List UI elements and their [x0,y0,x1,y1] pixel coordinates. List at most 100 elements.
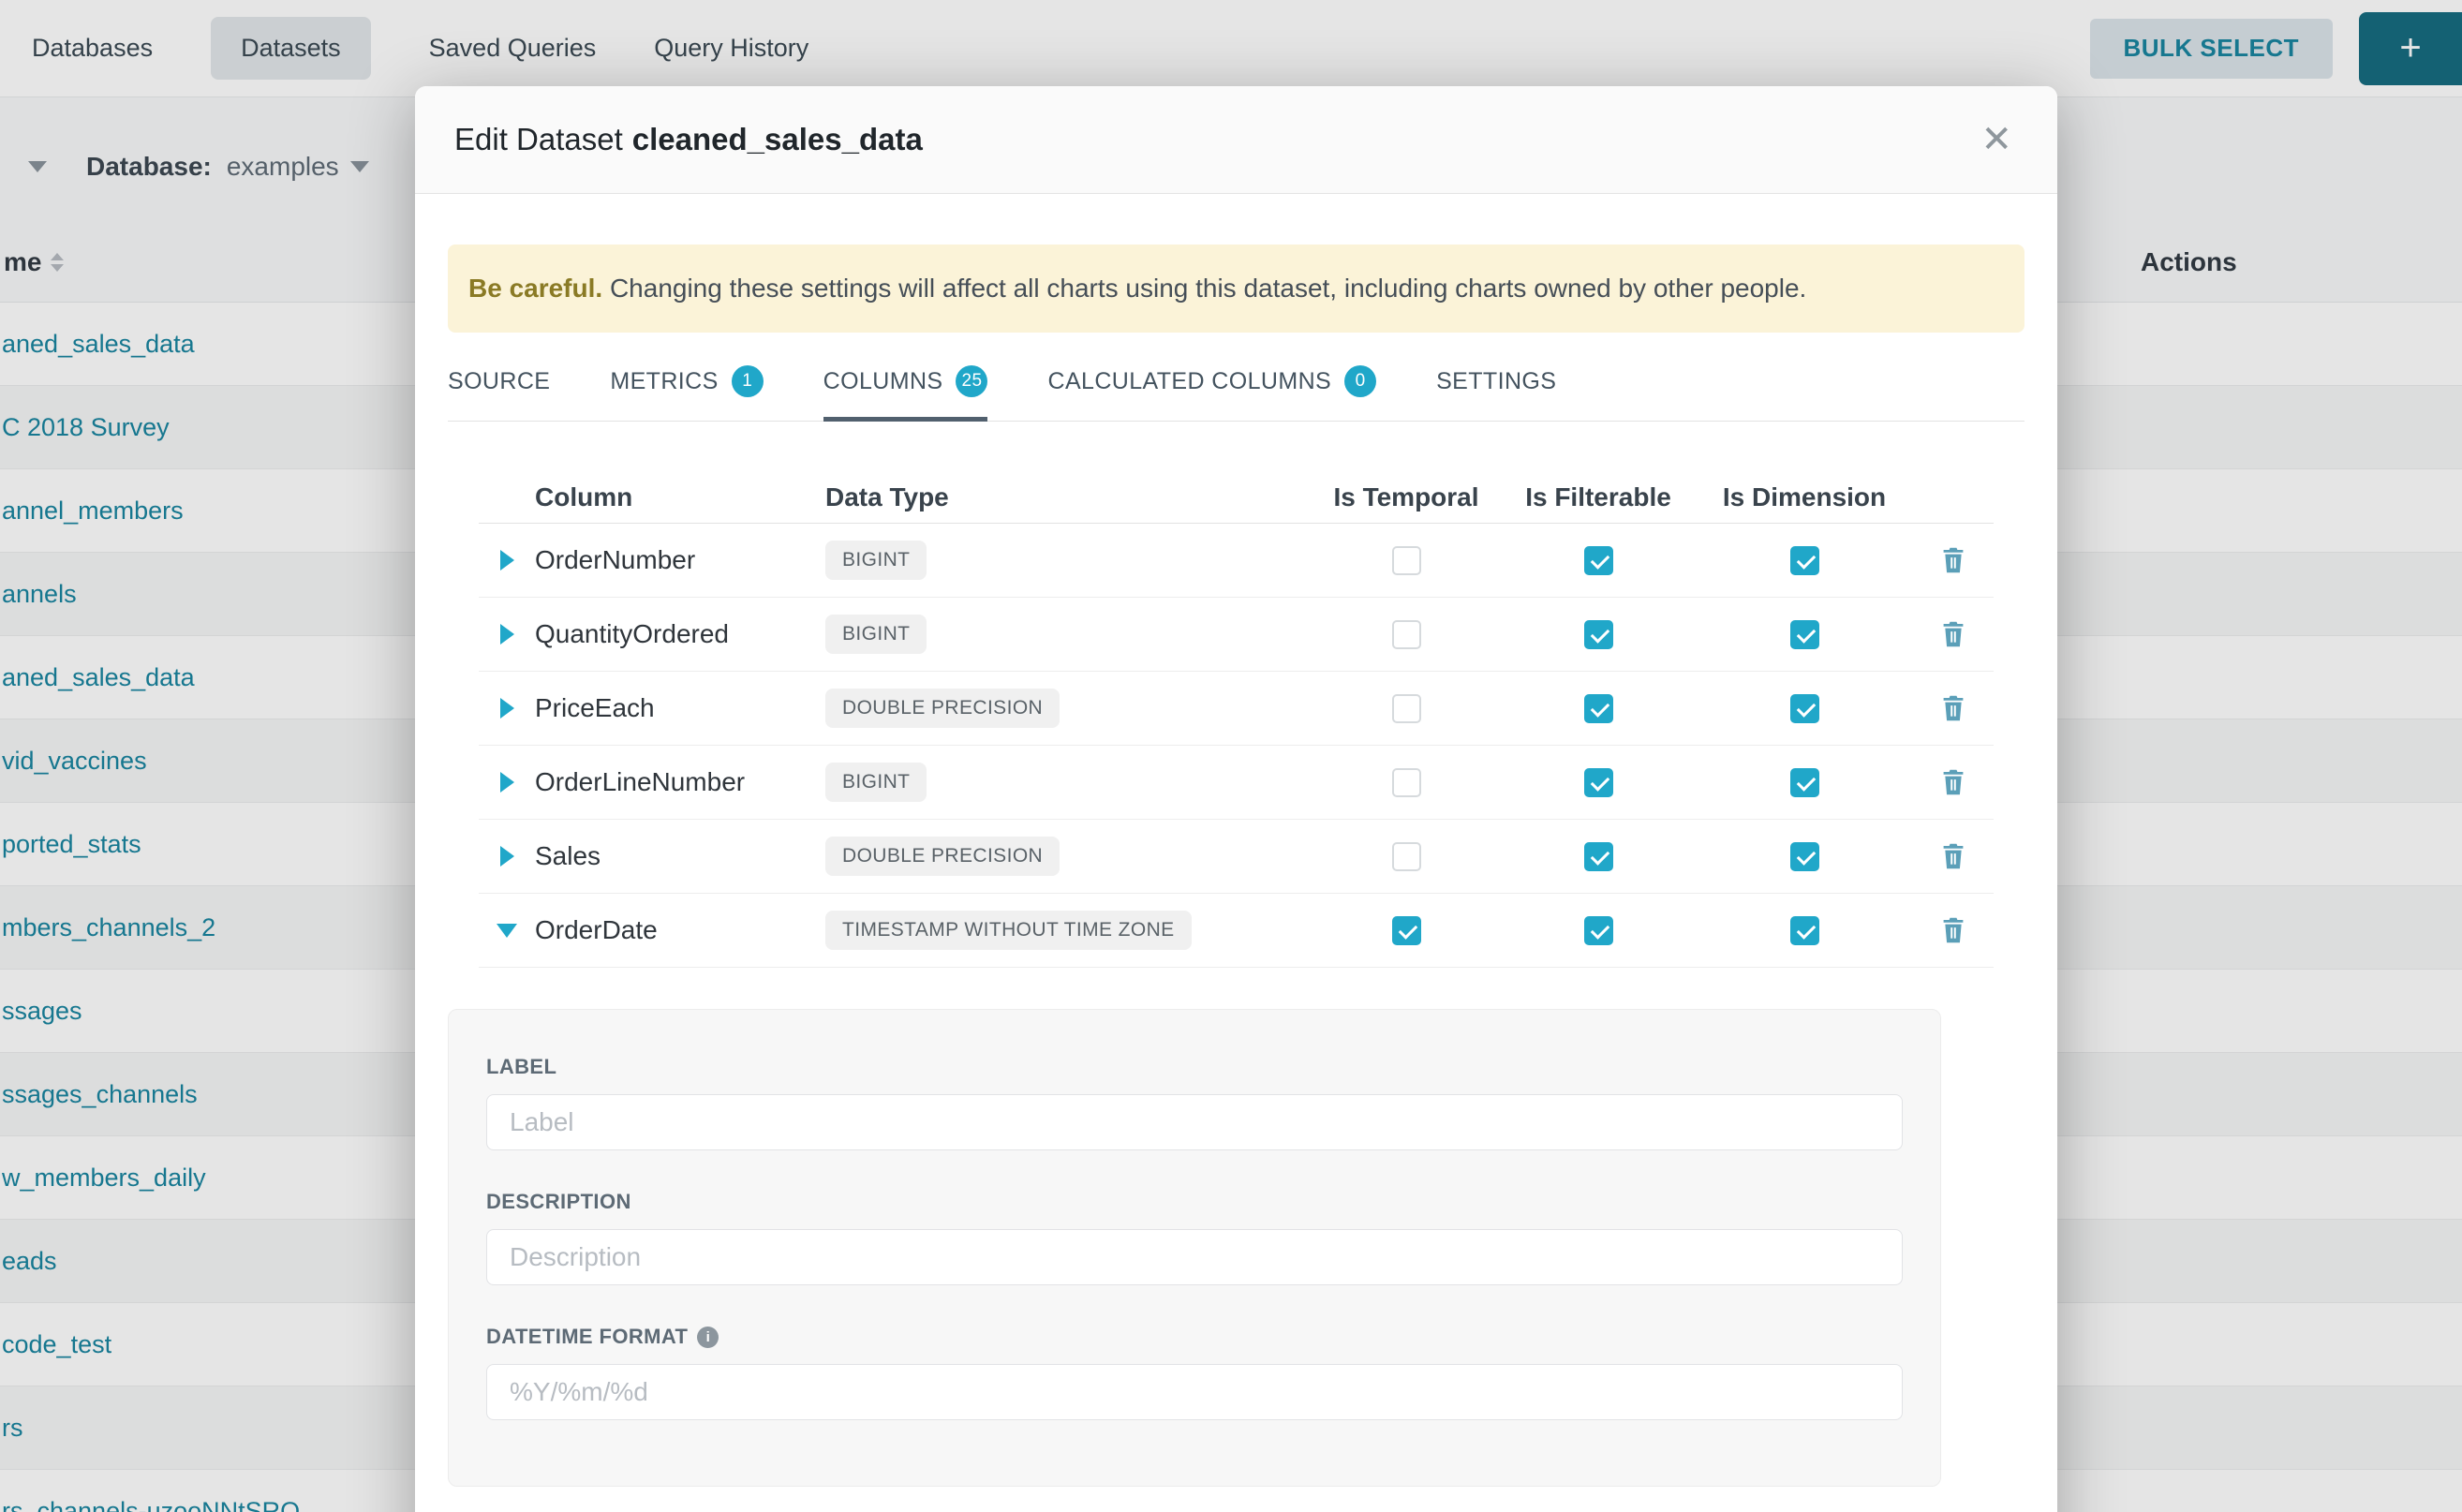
modal-tabs: SOURCE METRICS 1 COLUMNS 25 CALCULATED C… [448,342,2024,422]
column-name: OrderDate [535,915,825,945]
modal-header: Edit Datasetcleaned_sales_data ✕ [415,86,2057,194]
is-temporal-cell [1313,620,1500,649]
warning-bold: Be careful. [468,274,602,303]
tab-count-badge: 1 [732,365,764,397]
tab-label: SOURCE [448,368,550,395]
expand-caret-icon[interactable] [479,624,535,645]
delete-column-button[interactable] [1912,620,1994,648]
tab-calculated-columns[interactable]: CALCULATED COLUMNS 0 [1047,342,1376,421]
column-row: OrderDate TIMESTAMP WITHOUT TIME ZONE [479,894,1994,968]
column-name: Sales [535,841,825,871]
modal-title: Edit Datasetcleaned_sales_data [454,122,923,157]
field-label-text: DATETIME FORMAT [486,1325,688,1349]
column-name: QuantityOrdered [535,619,825,649]
description-input[interactable] [486,1229,1903,1285]
info-icon[interactable]: i [697,1327,719,1348]
tab-label: COLUMNS [823,368,943,395]
modal-body: Be careful. Changing these settings will… [415,194,2057,1487]
is-temporal-cell [1313,694,1500,723]
columns-table-header: Column Data Type Is Temporal Is Filterab… [479,472,1994,524]
expand-caret-icon[interactable] [479,550,535,571]
is-temporal-checkbox[interactable] [1392,916,1421,945]
is-temporal-checkbox[interactable] [1392,694,1421,723]
is-dimension-checkbox[interactable] [1790,768,1819,797]
is-dimension-checkbox[interactable] [1790,916,1819,945]
is-filterable-cell [1500,768,1697,797]
tab-metrics[interactable]: METRICS 1 [610,342,763,421]
data-type-cell: DOUBLE PRECISION [825,689,1313,728]
is-temporal-cell [1313,768,1500,797]
data-type-cell: TIMESTAMP WITHOUT TIME ZONE [825,911,1313,950]
is-filterable-cell [1500,694,1697,723]
delete-column-button[interactable] [1912,768,1994,796]
column-row: OrderNumber BIGINT [479,524,1994,598]
expand-caret-icon[interactable] [479,772,535,793]
delete-column-button[interactable] [1912,694,1994,722]
column-header: Column [535,482,825,512]
is-temporal-cell [1313,916,1500,945]
is-dimension-cell [1697,546,1912,575]
is-dimension-checkbox[interactable] [1790,546,1819,575]
trash-icon [1940,842,1966,870]
is-temporal-checkbox[interactable] [1392,546,1421,575]
tab-label: CALCULATED COLUMNS [1047,368,1331,395]
is-filterable-checkbox[interactable] [1584,842,1613,871]
data-type-pill: BIGINT [825,541,927,580]
expand-caret-icon[interactable] [479,698,535,719]
is-dimension-checkbox[interactable] [1790,620,1819,649]
tab-label: METRICS [610,368,718,395]
column-row: PriceEach DOUBLE PRECISION [479,672,1994,746]
delete-column-button[interactable] [1912,842,1994,870]
column-row: OrderLineNumber BIGINT [479,746,1994,820]
data-type-pill: DOUBLE PRECISION [825,689,1060,728]
trash-icon [1940,620,1966,648]
data-type-header: Data Type [825,482,1313,512]
data-type-cell: DOUBLE PRECISION [825,837,1313,876]
datetime-format-input[interactable] [486,1364,1903,1420]
is-filterable-checkbox[interactable] [1584,546,1613,575]
is-filterable-header: Is Filterable [1500,482,1697,512]
data-type-pill: TIMESTAMP WITHOUT TIME ZONE [825,911,1192,950]
field-label-text: LABEL [486,1055,556,1079]
trash-icon [1940,768,1966,796]
tab-source[interactable]: SOURCE [448,342,550,421]
trash-icon [1940,916,1966,944]
is-dimension-cell [1697,620,1912,649]
close-icon[interactable]: ✕ [1975,117,2018,162]
tab-count-badge: 0 [1344,365,1376,397]
is-dimension-cell [1697,842,1912,871]
tab-label: SETTINGS [1436,368,1556,395]
data-type-pill: BIGINT [825,763,927,802]
field-label-text: DESCRIPTION [486,1190,631,1214]
delete-column-button[interactable] [1912,916,1994,944]
data-type-cell: BIGINT [825,763,1313,802]
is-filterable-cell [1500,842,1697,871]
is-temporal-checkbox[interactable] [1392,620,1421,649]
collapse-caret-icon[interactable] [479,924,535,938]
is-filterable-checkbox[interactable] [1584,768,1613,797]
label-input[interactable] [486,1094,1903,1150]
column-name: PriceEach [535,693,825,723]
trash-icon [1940,694,1966,722]
is-dimension-checkbox[interactable] [1790,694,1819,723]
is-filterable-cell [1500,620,1697,649]
edit-dataset-modal: Edit Datasetcleaned_sales_data ✕ Be care… [415,86,2057,1512]
datetime-format-field-label: DATETIME FORMAT i [486,1325,1903,1349]
trash-icon [1940,546,1966,574]
is-dimension-header: Is Dimension [1697,482,1912,512]
tab-settings[interactable]: SETTINGS [1436,342,1556,421]
delete-column-button[interactable] [1912,546,1994,574]
is-filterable-checkbox[interactable] [1584,620,1613,649]
is-filterable-cell [1500,916,1697,945]
data-type-pill: DOUBLE PRECISION [825,837,1060,876]
tab-columns[interactable]: COLUMNS 25 [823,342,988,421]
is-filterable-checkbox[interactable] [1584,916,1613,945]
is-filterable-checkbox[interactable] [1584,694,1613,723]
is-temporal-checkbox[interactable] [1392,768,1421,797]
is-dimension-checkbox[interactable] [1790,842,1819,871]
column-row: QuantityOrdered BIGINT [479,598,1994,672]
page: Databases Datasets Saved Queries Query H… [0,0,2462,1512]
is-dimension-cell [1697,694,1912,723]
expand-caret-icon[interactable] [479,846,535,867]
is-temporal-checkbox[interactable] [1392,842,1421,871]
